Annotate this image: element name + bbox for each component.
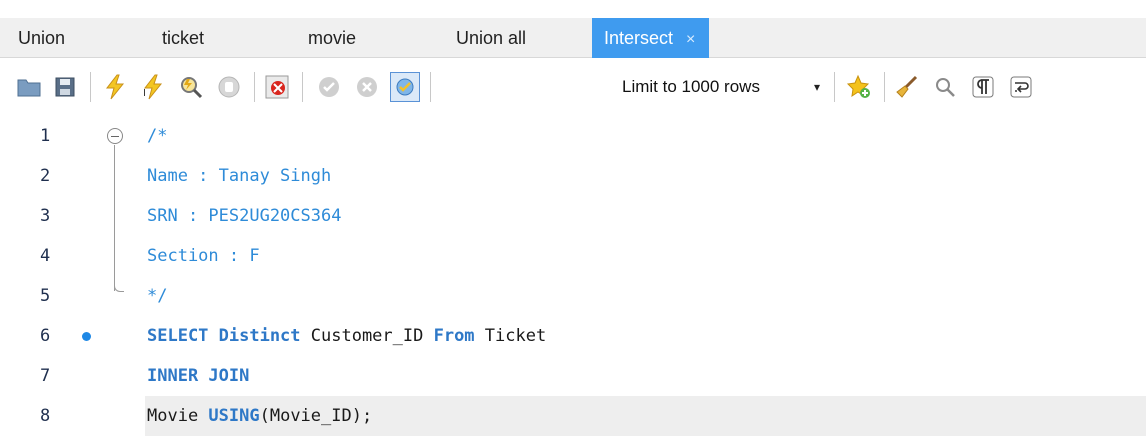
line-number: 8 xyxy=(40,406,51,426)
code-text: SELECT Distinct Customer_ID From Ticket xyxy=(147,316,546,356)
code-line: 5 */ xyxy=(0,276,1146,316)
tab-label: Union xyxy=(18,28,66,48)
sql-editor-toolbar: I Limit to 1000 rows ▾ xyxy=(0,58,1146,116)
toolbar-separator xyxy=(90,72,91,102)
sql-identifier: Customer_ID xyxy=(300,326,434,346)
toolbar-separator xyxy=(254,72,255,102)
code-line: 3 SRN : PES2UG20CS364 xyxy=(0,196,1146,236)
code-text: SRN : PES2UG20CS364 xyxy=(147,206,342,226)
code-line: 8 Movie USING(Movie_ID); xyxy=(0,396,1146,436)
code-text: Section : F xyxy=(147,246,260,266)
limit-rows-label: Limit to 1000 rows xyxy=(622,77,760,96)
tab-movie[interactable]: movie xyxy=(308,18,356,58)
line-number: 6 xyxy=(40,326,51,346)
sql-identifier: (Movie_ID); xyxy=(259,406,373,426)
rollback-icon[interactable] xyxy=(352,72,382,102)
toolbar-separator xyxy=(834,72,835,102)
tab-ticket[interactable]: ticket xyxy=(162,18,204,58)
execute-current-icon[interactable]: I xyxy=(138,72,168,102)
find-icon[interactable] xyxy=(930,72,960,102)
sql-keyword: From xyxy=(433,326,475,346)
line-number: 4 xyxy=(40,246,51,266)
line-number: 2 xyxy=(40,166,51,186)
toolbar-separator xyxy=(430,72,431,102)
sql-identifier: Movie xyxy=(147,406,209,426)
statement-marker-icon xyxy=(82,332,91,341)
bookmark-icon[interactable] xyxy=(844,72,874,102)
code-line: 4 Section : F xyxy=(0,236,1146,276)
code-text: */ xyxy=(147,286,168,306)
limit-rows-select[interactable]: Limit to 1000 rows ▾ xyxy=(612,70,826,104)
code-text: Movie USING(Movie_ID); xyxy=(147,396,372,436)
line-number: 5 xyxy=(40,286,51,306)
code-line: 1 /* xyxy=(0,116,1146,156)
editor-tab-bar: Union ticket movie Union all Intersect × xyxy=(0,18,1146,58)
line-number: 3 xyxy=(40,206,51,226)
sql-keyword: SELECT Distinct xyxy=(147,326,301,346)
execute-icon[interactable] xyxy=(100,72,130,102)
tab-union-all[interactable]: Union all xyxy=(456,18,526,58)
commit-icon[interactable] xyxy=(314,72,344,102)
tab-label: Union all xyxy=(456,28,527,48)
stop-icon[interactable] xyxy=(214,72,244,102)
tab-union[interactable]: Union xyxy=(18,18,65,58)
tab-label: ticket xyxy=(162,28,205,48)
invisible-chars-icon[interactable] xyxy=(968,72,998,102)
open-folder-icon[interactable] xyxy=(14,72,44,102)
tab-intersect[interactable]: Intersect × xyxy=(592,18,710,58)
close-tab-icon[interactable]: × xyxy=(686,31,695,48)
toolbar-separator xyxy=(884,72,885,102)
line-number: 1 xyxy=(40,126,51,146)
save-icon[interactable] xyxy=(50,72,80,102)
tab-label: movie xyxy=(308,28,357,48)
sql-editor[interactable]: 1 /* 2 Name : Tanay Singh 3 SRN : PES2UG… xyxy=(0,116,1146,448)
beautify-icon[interactable] xyxy=(892,72,922,102)
svg-text:I: I xyxy=(143,88,146,99)
tab-label: Intersect xyxy=(604,28,674,48)
code-line: 2 Name : Tanay Singh xyxy=(0,156,1146,196)
explain-icon[interactable] xyxy=(176,72,206,102)
code-line: 7 INNER JOIN xyxy=(0,356,1146,396)
autocommit-icon[interactable] xyxy=(390,72,420,102)
code-line: 6 SELECT Distinct Customer_ID From Ticke… xyxy=(0,316,1146,356)
chevron-down-icon: ▾ xyxy=(813,80,820,94)
line-number: 7 xyxy=(40,366,51,386)
toggle-error-icon[interactable] xyxy=(262,72,292,102)
sql-identifier: Ticket xyxy=(474,326,547,346)
code-text: INNER JOIN xyxy=(147,356,249,396)
code-text: Name : Tanay Singh xyxy=(147,166,332,186)
word-wrap-icon[interactable] xyxy=(1006,72,1036,102)
toolbar-separator xyxy=(302,72,303,102)
code-text: /* xyxy=(147,126,168,146)
sql-keyword: USING xyxy=(208,406,260,426)
sql-keyword: INNER JOIN xyxy=(147,366,250,386)
